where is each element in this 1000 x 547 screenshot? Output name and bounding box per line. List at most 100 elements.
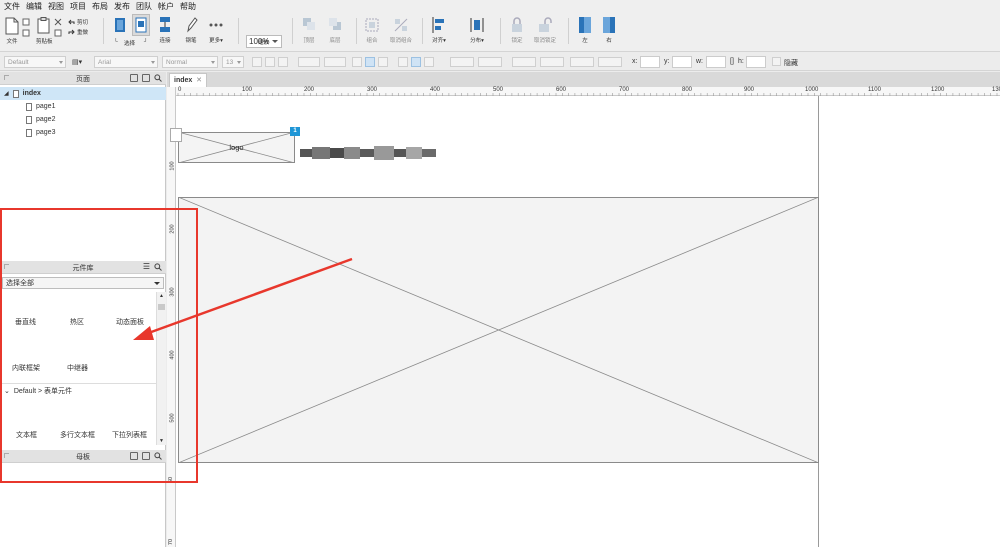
style-select[interactable]: Default	[4, 56, 66, 68]
menu-file[interactable]: 文件	[4, 1, 20, 12]
add-page-icon[interactable]	[130, 74, 138, 82]
menu-project[interactable]: 项目	[70, 1, 86, 12]
italic-button[interactable]	[265, 57, 275, 67]
h-input[interactable]	[746, 56, 766, 68]
widget-repeater[interactable]: 中继器	[67, 363, 88, 373]
add-folder-icon[interactable]	[142, 452, 150, 460]
font-size-select[interactable]: 13	[222, 56, 244, 68]
search-icon[interactable]	[154, 263, 162, 273]
align-text-left-button[interactable]	[352, 57, 362, 67]
resize-handle[interactable]	[170, 128, 182, 142]
widget-inline-frame[interactable]: 内联框架	[12, 363, 40, 373]
scissors-icon[interactable]	[54, 18, 62, 26]
connect-button[interactable]: 连接	[158, 16, 172, 44]
banner-placeholder[interactable]	[178, 197, 819, 463]
y-input[interactable]	[672, 56, 692, 68]
open-icon[interactable]	[22, 18, 30, 26]
fill-color-button[interactable]	[450, 57, 474, 67]
page-tree-item-index[interactable]: ◢ index	[0, 87, 166, 100]
line-color-button[interactable]	[512, 57, 536, 67]
chevron-down-icon	[237, 61, 241, 64]
menu-help[interactable]: 帮助	[180, 1, 196, 12]
hidden-checkbox[interactable]	[772, 57, 781, 66]
caret-down-icon[interactable]: ◢	[4, 90, 9, 97]
interaction-badge[interactable]: 1	[290, 127, 300, 136]
widget-text-area[interactable]: 多行文本框	[60, 430, 95, 440]
scroll-down-icon[interactable]: ▼	[159, 438, 164, 444]
left-panel-toggle[interactable]: 左	[578, 16, 592, 44]
menu-edit[interactable]: 编辑	[26, 1, 42, 12]
save-icon[interactable]	[22, 29, 30, 37]
page-tree-item-page2[interactable]: page2	[0, 113, 166, 126]
page-tree-item-page1[interactable]: page1	[0, 100, 166, 113]
tab-index[interactable]: index ✕	[169, 73, 207, 87]
toolbar-divider	[103, 18, 104, 44]
x-label: x:	[632, 58, 638, 65]
page-label: page3	[36, 129, 56, 136]
library-scrollbar[interactable]: ▲ ▼	[156, 292, 166, 445]
more-button[interactable]: 更多▾	[208, 16, 224, 44]
search-icon[interactable]	[154, 74, 162, 82]
widget-dynamic-panel[interactable]: 动态面板	[116, 317, 144, 327]
widget-vertical-line[interactable]: 垂直线	[15, 317, 36, 327]
distribute-button[interactable]: 分布▾	[470, 16, 484, 44]
valign-bottom-button[interactable]	[424, 57, 434, 67]
align-left-icon	[432, 17, 444, 33]
select-mode-hint-right: ┘	[144, 39, 148, 45]
menu-team[interactable]: 团队	[136, 1, 152, 12]
cut-button[interactable]: 剪切	[68, 18, 88, 26]
redo-button[interactable]: 重做	[68, 28, 88, 36]
align-text-right-button[interactable]	[378, 57, 388, 67]
widget-hotspot[interactable]: 热区	[70, 317, 84, 327]
arrow-style-button[interactable]	[598, 57, 622, 67]
valign-top-button[interactable]	[398, 57, 408, 67]
lock-button[interactable]: 锁定	[510, 16, 524, 44]
bring-to-top-button[interactable]: 顶层	[302, 16, 316, 44]
style-paint-icon[interactable]: ▤▾	[72, 58, 82, 66]
line-style-button[interactable]	[570, 57, 594, 67]
file-button[interactable]: 文件	[4, 17, 20, 45]
font-select[interactable]: Arial	[94, 56, 158, 68]
widget-text-field[interactable]: 文本框	[16, 430, 37, 440]
line-width-button[interactable]	[540, 57, 564, 67]
font-color-button[interactable]	[298, 57, 320, 67]
right-panel-toggle[interactable]: 右	[602, 16, 616, 44]
text-style-button[interactable]	[324, 57, 346, 67]
underline-button[interactable]	[278, 57, 288, 67]
page-tree-item-page3[interactable]: page3	[0, 126, 166, 139]
library-group-label: Default > 表单元件	[13, 387, 73, 395]
menu-account[interactable]: 帐户	[158, 1, 174, 12]
ruler-tick-label: 500	[493, 87, 504, 93]
pen-button[interactable]: 钢笔	[184, 16, 198, 44]
scroll-up-icon[interactable]: ▲	[159, 293, 164, 299]
x-input[interactable]	[640, 56, 660, 68]
select-contain-button[interactable]	[132, 14, 150, 36]
menu-view[interactable]: 视图	[48, 1, 64, 12]
align-text-center-button[interactable]	[365, 57, 375, 67]
font-weight-select[interactable]: Normal	[162, 56, 218, 68]
aspect-lock-icon[interactable]: []	[730, 58, 734, 65]
library-group-header[interactable]: ⌄ Default > 表单元件	[0, 383, 156, 397]
add-master-icon[interactable]	[130, 452, 138, 460]
menu-icon[interactable]: ☰	[143, 263, 150, 273]
group-button[interactable]: 组合	[365, 16, 379, 44]
send-to-bottom-button[interactable]: 底层	[328, 16, 342, 44]
bold-button[interactable]	[252, 57, 262, 67]
w-input[interactable]	[706, 56, 726, 68]
select-mode-button[interactable]	[114, 16, 128, 34]
menu-publish[interactable]: 发布	[114, 1, 130, 12]
ungroup-button[interactable]: 取消组合	[390, 16, 412, 44]
valign-middle-button[interactable]	[411, 57, 421, 67]
menu-layout[interactable]: 布局	[92, 1, 108, 12]
scroll-thumb[interactable]	[158, 304, 165, 310]
search-icon[interactable]	[154, 452, 162, 462]
shadow-button[interactable]	[478, 57, 502, 67]
paste-button[interactable]: 剪贴板	[36, 17, 53, 45]
library-select[interactable]: 选择全部	[2, 277, 164, 289]
widget-droplist[interactable]: 下拉列表框	[112, 430, 147, 440]
copy-icon[interactable]	[54, 29, 62, 37]
add-folder-icon[interactable]	[142, 74, 150, 82]
unlock-button[interactable]: 取消锁定	[534, 16, 556, 44]
align-button[interactable]: 对齐▾	[432, 16, 446, 44]
close-icon[interactable]: ✕	[196, 76, 202, 84]
